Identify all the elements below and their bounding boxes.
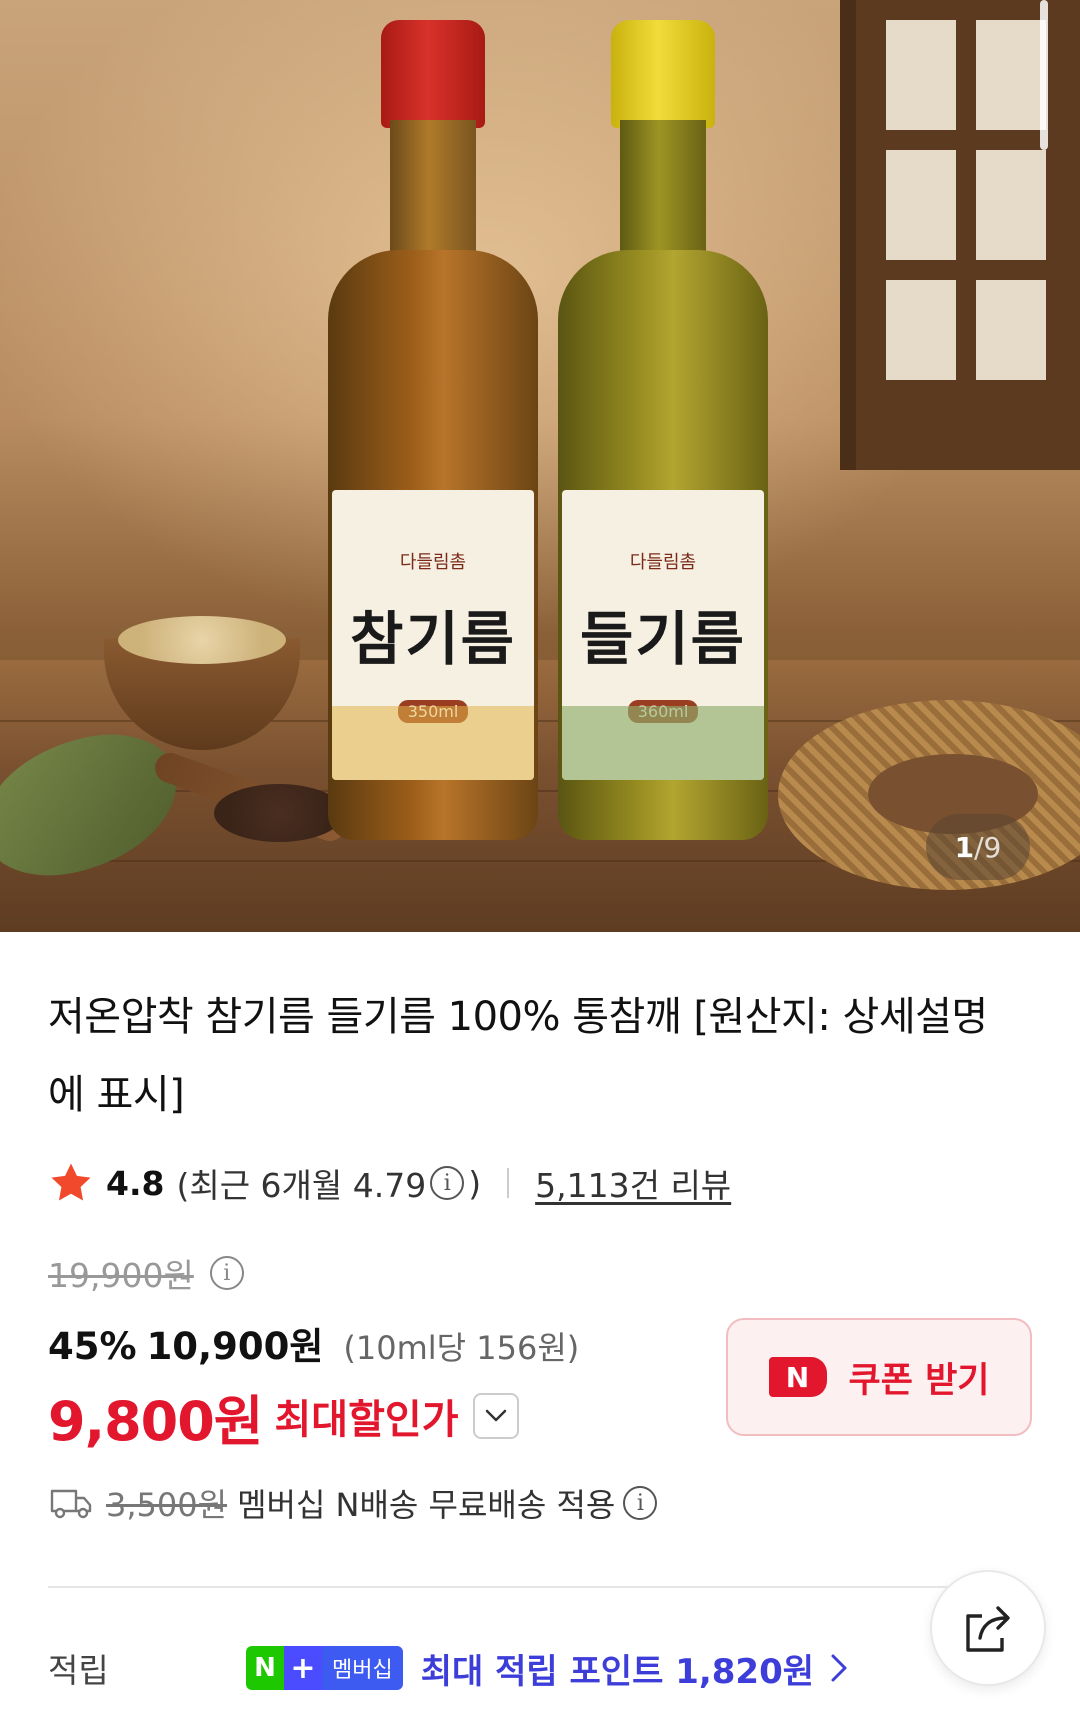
points-label: 적립 — [48, 1651, 109, 1690]
bottle-label: 다들림촘 참기름 350ml — [332, 490, 534, 780]
sale-price: 10,900원 — [146, 1325, 324, 1368]
red-cap — [381, 20, 485, 128]
info-icon[interactable]: i — [430, 1166, 465, 1200]
shipping-fee: 3,500원 — [106, 1486, 228, 1524]
max-discount-toggle[interactable] — [472, 1393, 519, 1439]
rating-row: 4.8 (최근 6개월 4.79 i ) 5,113건 리뷰 — [48, 1160, 731, 1206]
bottle-label-text: 들기름 — [579, 604, 747, 673]
share-icon — [966, 1606, 1010, 1652]
max-discount-price: 9,800원 — [48, 1389, 263, 1453]
bottle-brand: 다들림촘 — [629, 551, 697, 573]
chevron-down-icon — [485, 1409, 506, 1422]
bottle-label: 다들림촘 들기름 360ml — [562, 490, 764, 780]
badge-n: N — [246, 1646, 284, 1690]
image-pager: 1 / 9 — [926, 814, 1030, 880]
info-icon[interactable]: i — [623, 1486, 658, 1520]
pager-total: 9 — [983, 830, 1002, 864]
discount-rate: 45% — [48, 1325, 137, 1368]
unit-price: (10ml당 156원) — [343, 1329, 580, 1367]
info-icon[interactable]: i — [209, 1256, 244, 1290]
product-image-gallery[interactable]: 다들림촘 참기름 350ml 다들림촘 들기름 360ml 1 / 9 — [0, 0, 1080, 932]
badge-plus: + — [284, 1646, 322, 1690]
scroll-thumb[interactable] — [1040, 0, 1048, 150]
original-price-row: 19,900원 i — [48, 1250, 248, 1296]
shipping-text: 멤버십 N배송 무료배송 적용 — [237, 1486, 616, 1524]
max-points-text: 최대 적립 포인트 1,820원 — [420, 1651, 815, 1692]
coupon-button[interactable]: N 쿠폰 받기 — [726, 1318, 1032, 1436]
product-title: 저온압착 참기름 들기름 100% 통참깨 [원산지: 상세설명에 표시] — [48, 994, 988, 1118]
section-divider — [48, 1586, 948, 1588]
perilla-oil-bottle: 다들림촘 들기름 360ml — [558, 20, 768, 840]
yellow-cap — [611, 20, 715, 128]
sale-price-row: 45% 10,900원 (10ml당 156원) — [48, 1316, 579, 1368]
naver-coupon-badge: N — [768, 1357, 827, 1397]
pager-current: 1 — [954, 830, 975, 864]
bottle-brand: 다들림촘 — [399, 551, 467, 573]
max-discount-row: 9,800원 최대할인가 — [48, 1380, 519, 1453]
shipping-row: 3,500원 멤버십 N배송 무료배송 적용 i — [50, 1480, 661, 1526]
sesame-oil-bottle: 다들림촘 참기름 350ml — [328, 20, 538, 840]
share-button[interactable] — [930, 1570, 1046, 1686]
badge-membership: 멤버십 — [322, 1646, 403, 1690]
bottle-label-text: 참기름 — [349, 604, 517, 673]
divider — [507, 1168, 510, 1198]
recent-rating: (최근 6개월 4.79 — [176, 1166, 427, 1205]
chevron-right-icon — [831, 1654, 847, 1682]
original-price: 19,900원 — [48, 1256, 194, 1295]
pager-separator: / — [974, 830, 984, 864]
points-row[interactable]: 적립 N + 멤버십 최대 적립 포인트 1,820원 — [48, 1640, 928, 1696]
naver-plus-membership-badge: N + 멤버십 — [246, 1646, 403, 1690]
star-icon — [51, 1163, 91, 1201]
coupon-label: 쿠폰 받기 — [848, 1360, 990, 1401]
recent-rating-close: ) — [468, 1163, 482, 1203]
truck-icon — [50, 1489, 92, 1519]
rating-score: 4.8 — [106, 1163, 165, 1203]
max-discount-label: 최대할인가 — [274, 1397, 459, 1443]
spoon-seeds — [214, 784, 344, 842]
reviews-link[interactable]: 5,113건 리뷰 — [535, 1159, 731, 1207]
